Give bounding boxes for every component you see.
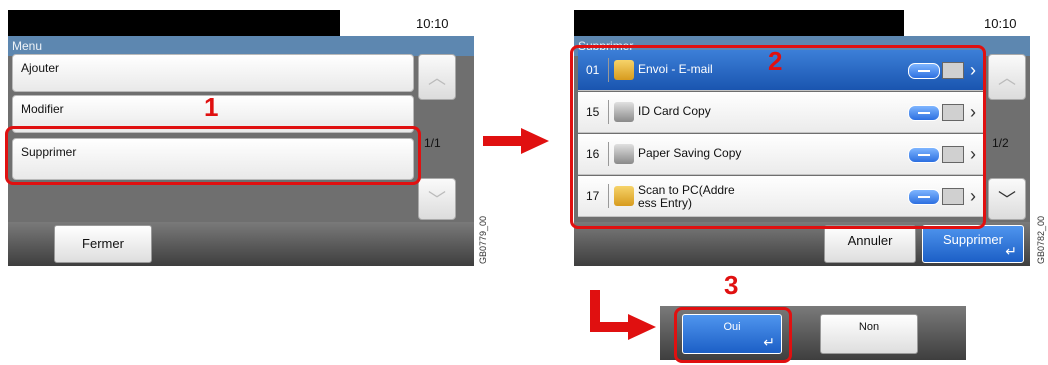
step-number-1: 1 <box>204 92 219 122</box>
chevron-up-icon: ︿ <box>428 68 446 88</box>
chevron-down-icon: ﹀ <box>998 190 1016 210</box>
menu-item-label: Modifier <box>21 102 64 116</box>
arrow-down-right-icon <box>590 290 656 340</box>
delete-button[interactable]: Supprimer ↵ <box>922 225 1024 263</box>
highlight-frame-3 <box>674 307 792 363</box>
page-indicator: 1/2 <box>992 136 1009 150</box>
scroll-up-button[interactable]: ︿ <box>988 54 1026 100</box>
cancel-button[interactable]: Annuler <box>824 225 916 263</box>
status-bar-black <box>574 10 904 36</box>
status-bar: 10:10 <box>8 10 474 36</box>
scroll-down-button[interactable]: ﹀ <box>418 178 456 220</box>
scroll-down-button[interactable]: ﹀ <box>988 178 1026 220</box>
clock: 10:10 <box>416 16 449 31</box>
clock: 10:10 <box>984 16 1017 31</box>
no-button[interactable]: Non <box>820 314 918 354</box>
footer-bar: Fermer <box>8 222 474 266</box>
menu-item-add[interactable]: Ajouter <box>12 54 414 92</box>
chevron-down-icon: ﹀ <box>428 190 446 210</box>
page-indicator: 1/1 <box>424 136 441 150</box>
scroll-up-button[interactable]: ︿ <box>418 54 456 100</box>
figure-code: GB0782_00 <box>1036 215 1046 264</box>
status-bar-black <box>8 10 340 36</box>
no-button-label: Non <box>858 321 880 333</box>
chevron-up-icon: ︿ <box>998 68 1016 88</box>
step-number-3: 3 <box>724 270 739 300</box>
highlight-frame-1 <box>5 126 421 185</box>
arrow-right-icon <box>483 128 549 154</box>
status-bar: 10:10 <box>574 10 1030 36</box>
enter-icon: ↵ <box>1005 243 1017 259</box>
close-button[interactable]: Fermer <box>54 225 152 263</box>
step-number-2: 2 <box>768 46 783 76</box>
screen-title: Menu <box>8 36 474 56</box>
menu-item-label: Ajouter <box>21 61 60 75</box>
figure-code: GB0779_00 <box>478 215 488 264</box>
